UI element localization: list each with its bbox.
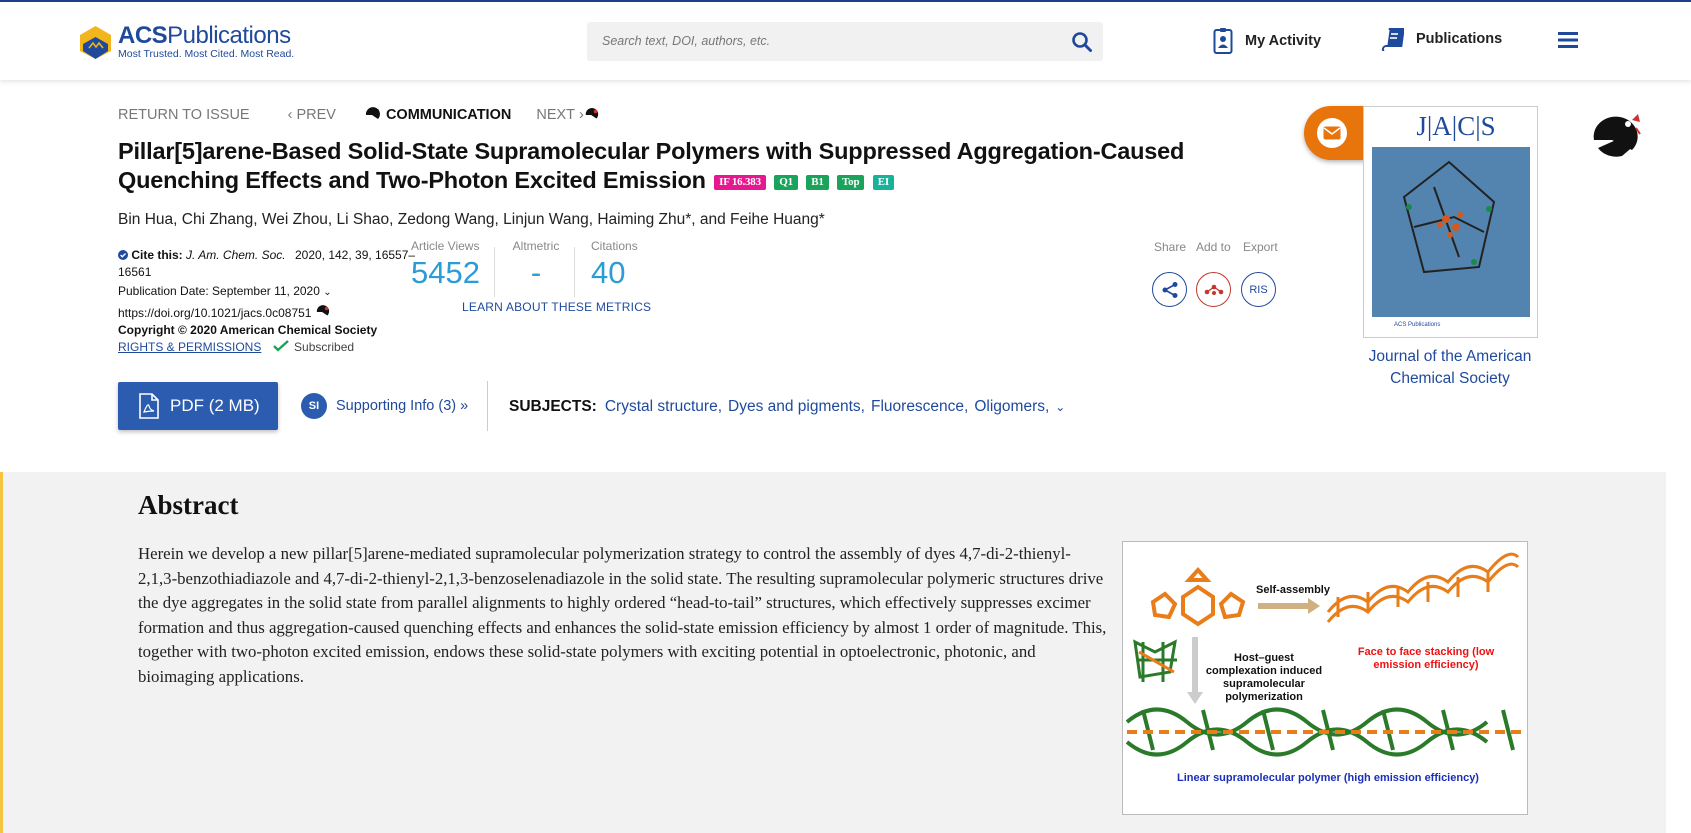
toc-host-guest: Host–guest complexation induced supramol…	[1205, 652, 1323, 703]
mendeley-icon	[1204, 284, 1223, 295]
publications-link[interactable]: Publications	[1380, 27, 1502, 51]
metric-divider	[574, 247, 575, 297]
cite-journal: J. Am. Chem. Soc.	[186, 248, 286, 262]
subject-fluorescence[interactable]: Fluorescence,	[871, 398, 968, 416]
search-bar	[587, 22, 1103, 61]
article-type: COMMUNICATION	[364, 107, 511, 123]
add-to-button[interactable]	[1196, 272, 1231, 307]
citation-meta: Cite this: J. Am. Chem. Soc. 2020, 142, …	[118, 247, 418, 356]
mascot-small-icon	[585, 108, 599, 119]
rights-permissions-link[interactable]: RIGHTS & PERMISSIONS	[118, 340, 261, 354]
chevron-left-icon: ‹	[287, 107, 293, 123]
envelope-icon	[1323, 126, 1341, 140]
prev-label: PREV	[296, 107, 336, 123]
divider	[487, 381, 488, 431]
envelope-icon-wrap	[1317, 118, 1347, 148]
checkmark-icon	[272, 340, 289, 352]
cite-this-label[interactable]: Cite this:	[131, 248, 182, 262]
journal-name-link[interactable]: Journal of the American Chemical Society	[1350, 346, 1550, 390]
pdf-button-label: PDF (2 MB)	[170, 396, 260, 415]
citations-value: 40	[591, 255, 626, 290]
citations-label: Citations	[591, 239, 638, 253]
abstract-heading: Abstract	[138, 490, 239, 520]
acs-logo[interactable]: ACSPublications Most Trusted. Most Cited…	[77, 24, 294, 60]
mascot-small-icon	[316, 305, 329, 316]
journal-cover-image: J|A|C|S ACS Publications	[1364, 107, 1537, 337]
next-label: NEXT	[536, 107, 576, 123]
pdf-download-button[interactable]: PDF (2 MB)	[118, 382, 278, 430]
page-scrollbar[interactable]	[1666, 80, 1691, 833]
subject-dyes-pigments[interactable]: Dyes and pigments,	[728, 398, 865, 416]
subject-oligomers[interactable]: Oligomers,	[974, 398, 1049, 416]
check-circle-icon	[118, 250, 128, 260]
mascot-small-icon	[365, 107, 380, 119]
search-input[interactable]	[602, 31, 1042, 51]
article-title: Pillar[5]arene-Based Solid-State Supramo…	[118, 137, 1208, 195]
supporting-info-link[interactable]: SI Supporting Info (3) »	[301, 393, 468, 419]
next-link[interactable]: NEXT ›	[536, 107, 600, 123]
subjects-label: SUBJECTS:	[509, 398, 597, 415]
acs-hexagon-icon	[77, 24, 114, 60]
citations-metric[interactable]: Citations 40	[591, 239, 638, 291]
altmetric-metric[interactable]: Altmetric -	[511, 239, 561, 291]
top-badge: Top	[837, 175, 865, 190]
toc-linear-polymer: Linear supramolecular polymer (high emis…	[1177, 772, 1479, 784]
author-list[interactable]: Bin Hua, Chi Zhang, Wei Zhou, Li Shao, Z…	[118, 211, 825, 229]
share-button[interactable]	[1152, 272, 1187, 307]
toc-self-assembly: Self-assembly	[1256, 584, 1330, 596]
article-views-value: 5452	[411, 255, 480, 290]
hamburger-menu-icon[interactable]	[1557, 30, 1579, 50]
article-views-metric: Article Views 5452	[411, 239, 480, 291]
mascot-icon[interactable]	[1588, 110, 1644, 162]
supporting-info-label: Supporting Info (3) »	[336, 398, 469, 414]
activity-badge-icon	[1213, 28, 1233, 54]
article-title-text: Pillar[5]arene-Based Solid-State Supramo…	[118, 138, 1185, 193]
search-icon[interactable]	[1071, 31, 1093, 53]
subject-crystal-structure[interactable]: Crystal structure,	[605, 398, 722, 416]
toc-face-stacking: Face to face stacking (low emission effi…	[1357, 646, 1495, 671]
article-views-label: Article Views	[411, 239, 480, 253]
si-badge-icon: SI	[301, 393, 327, 419]
altmetric-label: Altmetric	[512, 239, 560, 253]
add-to-label: Add to	[1196, 240, 1231, 254]
pdf-file-icon	[139, 393, 159, 419]
email-alert-button[interactable]	[1304, 106, 1366, 160]
altmetric-value: -	[530, 255, 542, 290]
article-type-label: COMMUNICATION	[385, 107, 512, 123]
publication-date[interactable]: Publication Date: September 11, 2020	[118, 284, 320, 298]
impact-factor-badge: IF 16.383	[714, 175, 766, 190]
journal-cover[interactable]: J|A|C|S ACS Publications	[1363, 106, 1538, 338]
ei-badge: EI	[872, 175, 894, 190]
subscribed-status: Subscribed	[294, 340, 355, 354]
publications-label: Publications	[1416, 31, 1503, 47]
doi-link[interactable]: https://doi.org/10.1021/jacs.0c08751	[118, 306, 311, 320]
export-ris-button[interactable]: RIS	[1241, 272, 1276, 307]
book-icon	[1381, 28, 1404, 51]
logo-publications: Publications	[167, 22, 291, 49]
chevron-down-icon[interactable]: ⌄	[1055, 400, 1065, 414]
logo-tagline: Most Trusted. Most Cited. Most Read.	[118, 48, 295, 60]
share-label: Share	[1154, 240, 1187, 254]
chevron-down-icon[interactable]: ⌄	[323, 287, 331, 298]
my-activity-label: My Activity	[1245, 33, 1322, 49]
breadcrumb: RETURN TO ISSUE ‹ PREV COMMUNICATION NEX…	[118, 107, 600, 123]
abstract-text: Herein we develop a new pillar[5]arene-m…	[138, 544, 1107, 686]
svg-text:ACS Publications: ACS Publications	[1394, 322, 1440, 328]
abstract-accent-bar	[0, 472, 3, 833]
logo-acs: ACS	[118, 22, 168, 49]
export-label: Export	[1243, 240, 1278, 254]
copyright: Copyright © 2020 American Chemical Socie…	[118, 323, 378, 337]
subjects-bar: SUBJECTS: Crystal structure, Dyes and pi…	[509, 398, 1065, 416]
return-to-issue-link[interactable]: RETURN TO ISSUE	[118, 107, 250, 123]
b1-badge: B1	[806, 175, 829, 190]
q1-badge: Q1	[774, 175, 798, 190]
toc-graphic[interactable]: Self-assembly Host–guest complexation in…	[1122, 541, 1528, 815]
metric-divider	[494, 247, 495, 297]
cover-title: J|A|C|S	[1416, 111, 1495, 141]
site-header: ACSPublications Most Trusted. Most Cited…	[0, 2, 1691, 80]
share-icon	[1162, 281, 1177, 298]
prev-link[interactable]: ‹ PREV	[288, 107, 336, 123]
learn-metrics-link[interactable]: LEARN ABOUT THESE METRICS	[462, 300, 651, 314]
my-activity-link[interactable]: My Activity	[1213, 27, 1321, 55]
